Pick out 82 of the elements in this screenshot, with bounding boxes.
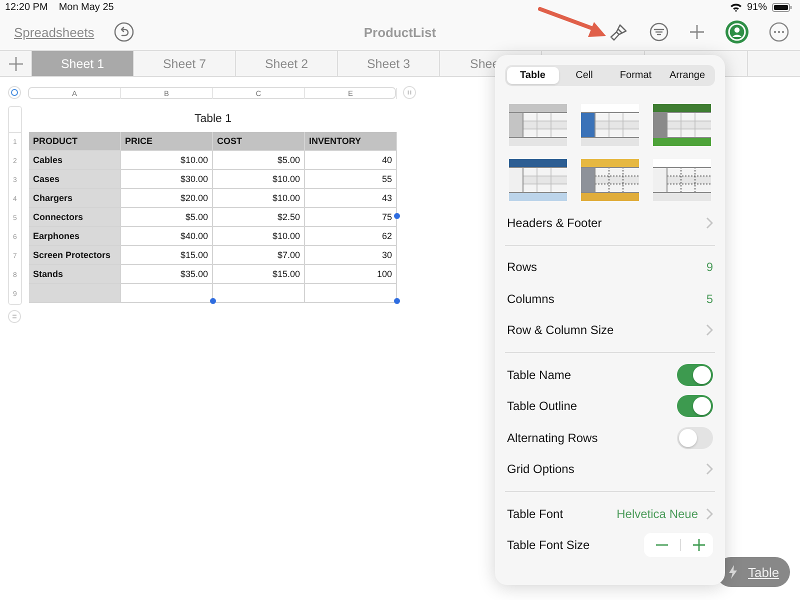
plus-icon[interactable] [693,539,705,552]
status-time: 12:20 PM [5,2,48,12]
table-cell: $15.00 [213,265,305,284]
table-cell: $5.00 [121,208,213,227]
table-cell: $5.00 [213,151,305,170]
header-cell: INVENTORY [305,132,397,151]
table-cell: $2.50 [213,208,305,227]
table-cell: $10.00 [121,151,213,170]
table-cell: $15.00 [121,246,213,265]
table-cell: $35.00 [121,265,213,284]
table-cell: Screen Protectors [29,246,121,265]
table-cell: 62 [305,227,397,246]
setting-label: Grid Options [507,462,576,476]
add-row-handle[interactable] [8,310,21,323]
toggle-switch[interactable] [677,426,713,449]
table-style-icon[interactable] [653,104,711,146]
format-tab[interactable]: Table [507,67,558,84]
add-column-handle[interactable] [403,86,416,99]
setting-label: Alternating Rows [507,430,599,445]
selection-handle[interactable] [210,298,216,304]
document-title: ProductList [364,25,436,40]
font-size-stepper[interactable] [644,533,713,558]
selection-handle[interactable] [394,213,400,219]
table-cell: $40.00 [121,227,213,246]
table-cell: $10.00 [213,227,305,246]
toggle-switch[interactable] [677,395,713,418]
header-cell: COST [213,132,305,151]
format-tab[interactable]: Arrange [662,67,713,84]
table-cell: $30.00 [121,170,213,189]
sheet-tab[interactable]: Sheet 1 [32,51,134,76]
more-icon[interactable] [769,22,789,42]
setting-label: Table Font [507,506,564,521]
table-cell: 43 [305,189,397,208]
battery-percent: 91% [746,2,767,12]
table-cell: $7.00 [213,246,305,265]
setting-label: Rows [507,260,538,274]
add-icon[interactable] [689,24,705,40]
toggle-switch[interactable] [677,364,713,386]
battery-icon [772,2,792,12]
setting-label: Headers & Footer [507,216,603,230]
setting-label: Table Name [507,368,572,382]
setting-value[interactable]: 9 [706,260,713,274]
table-cell: Cables [29,151,121,170]
table-style-icon[interactable] [509,104,567,146]
table-style-icon[interactable] [509,159,567,201]
undo-icon[interactable] [114,22,134,42]
spreadsheets-link[interactable]: Spreadsheets [14,24,94,40]
add-icon [8,56,22,70]
collaborate-icon[interactable] [725,20,749,44]
table-cell: 55 [305,170,397,189]
table-cell: 100 [305,265,397,284]
table-cell: 40 [305,151,397,170]
table-style-icon[interactable] [581,159,639,201]
table-style-icon[interactable] [581,104,639,146]
table-style-icon[interactable] [653,159,711,201]
header-cell: PRODUCT [29,132,121,151]
format-tab[interactable]: Cell [558,67,610,84]
table-cell: $10.00 [213,170,305,189]
selection-handle[interactable] [394,298,400,304]
status-date: Mon May 25 [58,2,114,12]
table-title: Table 1 [193,112,233,127]
setting-label: Table Font Size [507,538,591,552]
wifi-icon [730,2,742,12]
select-table-handle[interactable] [8,86,21,99]
filter-icon[interactable] [649,22,669,42]
lightning-icon [728,565,738,579]
header-cell: PRICE [121,132,213,151]
setting-label: Table Outline [507,399,578,414]
setting-label: Columns [507,292,556,306]
table-cell: $10.00 [213,189,305,208]
table-cell: Earphones [29,227,121,246]
format-tab[interactable]: Format [610,67,662,84]
setting-value[interactable]: 5 [706,292,713,306]
setting-label: Row & Column Size [507,323,615,338]
table-cell: Stands [29,265,121,284]
setting-value[interactable]: Helvetica Neue [616,506,698,521]
table-cell: 30 [305,246,397,265]
table-cell: Connectors [29,208,121,227]
table-cell: Chargers [29,189,121,208]
table-cell: $20.00 [121,189,213,208]
table-cell: Cases [29,170,121,189]
paintbrush-icon[interactable] [609,22,629,42]
